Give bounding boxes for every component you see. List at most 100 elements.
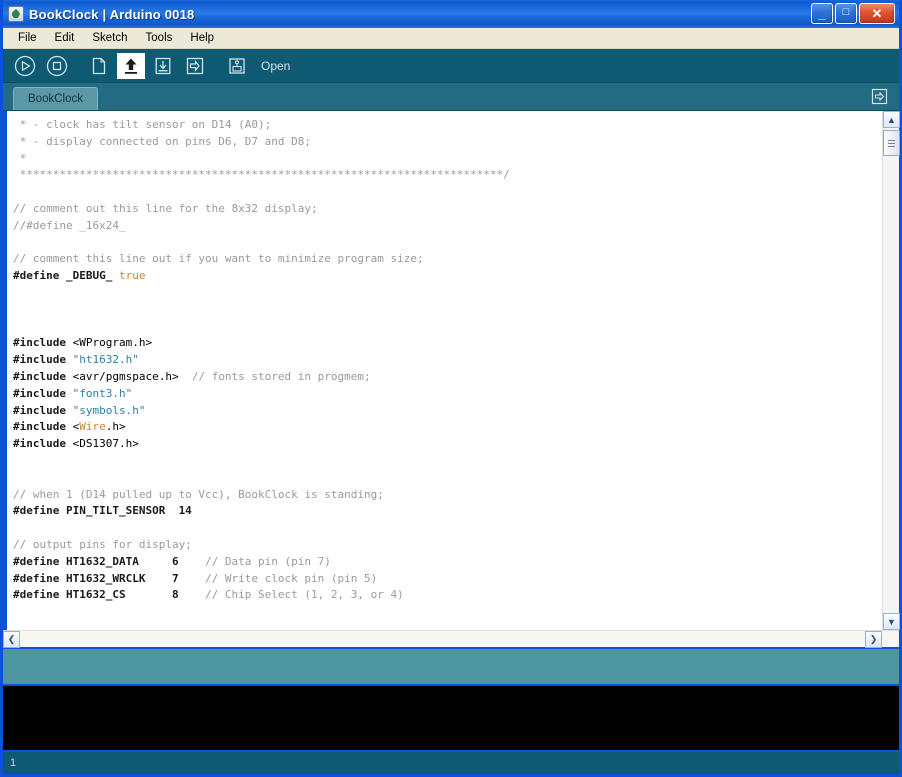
- code-token: <DS1307.h>: [72, 437, 139, 451]
- window-title: BookClock | Arduino 0018: [29, 6, 195, 22]
- code-token: <avr/pgmspace.h>: [72, 369, 179, 383]
- code-token: // Chip Select (1, 2, 3, or 4): [178, 588, 404, 602]
- code-token: // Data pin (pin 7): [178, 554, 331, 568]
- minimize-button[interactable]: _: [811, 3, 833, 24]
- code-token: "symbols.h": [72, 403, 146, 417]
- code-token: #define HT1632_WRCLK 7: [13, 571, 179, 585]
- toolbar-hint-label: Open: [261, 58, 291, 73]
- verify-button[interactable]: [11, 53, 39, 79]
- code-token: #include: [13, 420, 73, 434]
- code-line: #include "ht1632.h": [13, 352, 882, 369]
- code-line: * - display connected on pins D6, D7 and…: [13, 134, 882, 151]
- code-token: // fonts stored in progmem;: [178, 369, 371, 383]
- menu-item-tools[interactable]: Tools: [137, 30, 182, 47]
- close-icon: ✕: [871, 6, 883, 21]
- tab-bookclock[interactable]: BookClock: [13, 87, 98, 110]
- code-token: // output pins for display;: [13, 537, 192, 551]
- editor-horizontal-scrollbar[interactable]: ❮ ❯: [3, 630, 899, 648]
- serial-monitor-button[interactable]: [223, 53, 251, 79]
- editor-vertical-scrollbar[interactable]: ▲ ▼: [882, 111, 900, 630]
- code-line: #define HT1632_CS 8 // Chip Select (1, 2…: [13, 587, 882, 604]
- menu-bar: File Edit Sketch Tools Help: [3, 28, 899, 49]
- code-token: #include: [13, 386, 73, 400]
- code-token: #define HT1632_DATA 6: [13, 554, 179, 568]
- code-token: #define HT1632_CS 8: [13, 588, 179, 602]
- vertical-scroll-thumb[interactable]: [883, 130, 900, 156]
- console-output[interactable]: [3, 684, 899, 752]
- window-controls: _ □ ✕: [811, 3, 895, 24]
- toolbar-separator-2: [213, 65, 223, 66]
- code-line: #include <Wire.h>: [13, 419, 882, 436]
- close-button[interactable]: ✕: [859, 3, 895, 24]
- stop-button[interactable]: [43, 53, 71, 79]
- code-token: true: [118, 269, 146, 283]
- code-token: #include: [13, 369, 73, 383]
- code-line: #include <avr/pgmspace.h> // fonts store…: [13, 369, 882, 386]
- maximize-icon: □: [842, 6, 850, 18]
- open-button[interactable]: [117, 52, 145, 79]
- menu-item-file[interactable]: File: [9, 30, 46, 47]
- scroll-right-button[interactable]: ❯: [865, 631, 882, 648]
- code-line: #include <DS1307.h>: [13, 436, 882, 453]
- save-down-arrow-icon: [155, 57, 171, 74]
- arduino-icon: [8, 6, 24, 22]
- code-token: ****************************************…: [13, 168, 510, 182]
- code-token: "font3.h": [72, 386, 133, 400]
- scroll-left-button[interactable]: ❮: [3, 630, 20, 648]
- code-token: #include: [13, 353, 73, 367]
- code-line: #define HT1632_WRCLK 7 // Write clock pi…: [13, 571, 882, 588]
- code-token: #include: [13, 437, 73, 451]
- code-token: <WProgram.h>: [72, 336, 153, 350]
- code-line: ****************************************…: [13, 167, 882, 184]
- code-token: #define _DEBUG_: [13, 269, 119, 283]
- scroll-down-button[interactable]: ▼: [883, 613, 900, 630]
- code-line: #include "font3.h": [13, 386, 882, 403]
- scroll-up-button[interactable]: ▲: [883, 111, 900, 128]
- code-line: * - clock has tilt sensor on D14 (A0);: [13, 117, 882, 134]
- code-line: #define HT1632_DATA 6 // Data pin (pin 7…: [13, 554, 882, 571]
- title-bar: BookClock | Arduino 0018 _ □ ✕: [3, 0, 899, 28]
- tab-bar: BookClock: [3, 83, 899, 110]
- new-button[interactable]: [85, 53, 113, 79]
- toolbar-separator: [75, 65, 85, 66]
- code-line: #define PIN_TILT_SENSOR 14: [13, 503, 882, 520]
- code-line: // comment out this line for the 8x32 di…: [13, 201, 882, 218]
- code-token: #include: [13, 336, 73, 350]
- tab-menu-arrow-icon: [871, 88, 887, 104]
- status-bar: 1: [3, 752, 899, 774]
- code-token: //#define _16x24_: [13, 218, 126, 232]
- upload-button[interactable]: [181, 53, 209, 79]
- play-circle-icon: [14, 55, 36, 76]
- code-token: * - clock has tilt sensor on D14 (A0);: [13, 118, 272, 131]
- code-line: #define _DEBUG_ true: [13, 268, 882, 285]
- code-token: *: [13, 151, 27, 165]
- tab-label: BookClock: [28, 93, 83, 105]
- code-token: .h>: [105, 420, 126, 434]
- code-line: //#define _16x24_: [13, 218, 882, 235]
- code-token: // when 1 (D14 pulled up to Vcc), BookCl…: [13, 487, 384, 501]
- chevron-left-icon: ❮: [7, 633, 16, 644]
- new-file-icon: [92, 57, 106, 74]
- chevron-right-icon: ❯: [869, 634, 878, 644]
- chevron-down-icon: ▼: [887, 616, 896, 627]
- code-line: // output pins for display;: [13, 537, 882, 554]
- save-button[interactable]: [149, 53, 177, 79]
- code-editor[interactable]: * - clock has tilt sensor on D14 (A0); *…: [7, 111, 882, 630]
- stop-circle-icon: [46, 55, 68, 76]
- menu-item-help[interactable]: Help: [181, 30, 223, 47]
- maximize-button[interactable]: □: [835, 3, 857, 24]
- code-token: * - display connected on pins D6, D7 and…: [13, 134, 312, 148]
- arduino-ide-window: BookClock | Arduino 0018 _ □ ✕ File Edit…: [0, 0, 902, 777]
- window-frame: BookClock | Arduino 0018 _ □ ✕ File Edit…: [0, 0, 902, 777]
- tab-menu-button[interactable]: [869, 86, 889, 106]
- menu-item-sketch[interactable]: Sketch: [83, 30, 136, 47]
- menu-item-edit[interactable]: Edit: [46, 30, 84, 47]
- code-token: // comment out this line for the 8x32 di…: [13, 201, 318, 215]
